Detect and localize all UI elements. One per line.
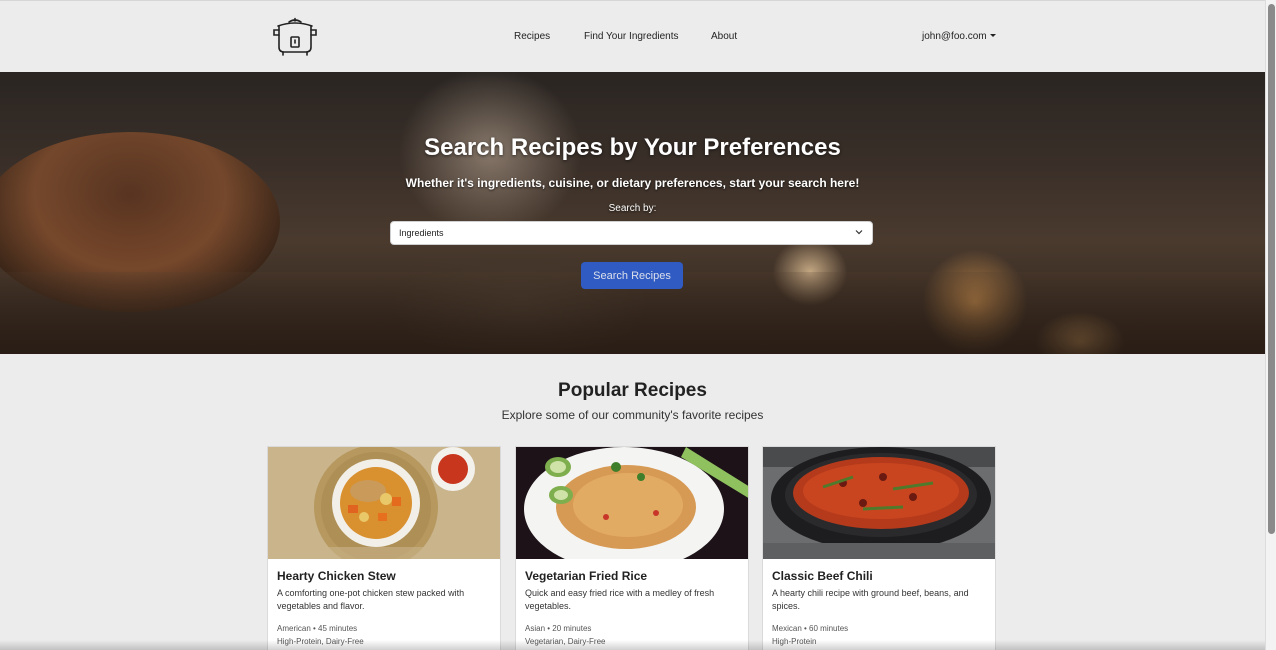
search-type-value: Ingredients xyxy=(399,228,444,238)
card-meta: Asian • 20 minutes xyxy=(525,624,592,633)
card-description: A hearty chili recipe with ground beef, … xyxy=(772,588,969,611)
popular-recipes-title: Popular Recipes xyxy=(558,380,707,401)
search-recipes-button[interactable]: Search Recipes xyxy=(581,262,683,289)
recipe-card-fried-rice[interactable]: Vegetarian Fried Rice Quick and easy fri… xyxy=(515,446,749,650)
hero-title: Search Recipes by Your Preferences xyxy=(424,134,841,161)
navbar: Recipes Find Your Ingredients About john… xyxy=(0,0,1265,72)
card-title: Hearty Chicken Stew xyxy=(277,569,396,583)
scrollbar-thumb[interactable] xyxy=(1268,4,1275,534)
nav-link-find-ingredients[interactable]: Find Your Ingredients xyxy=(584,31,679,42)
nav-link-about[interactable]: About xyxy=(711,31,737,42)
card-meta: Mexican • 60 minutes xyxy=(772,624,849,633)
card-title: Classic Beef Chili xyxy=(772,569,873,583)
page: Recipes Find Your Ingredients About john… xyxy=(0,0,1265,650)
card-description: A comforting one-pot chicken stew packed… xyxy=(277,588,465,611)
fried-rice-photo xyxy=(516,447,748,559)
popular-recipes-subtitle: Explore some of our community's favorite… xyxy=(501,408,764,422)
hero-section: Search Recipes by Your Preferences Wheth… xyxy=(0,72,1265,354)
recipe-card-beef-chili[interactable]: Classic Beef Chili A hearty chili recipe… xyxy=(762,446,996,650)
search-type-select[interactable]: Ingredients xyxy=(390,221,873,245)
vertical-scrollbar[interactable] xyxy=(1265,0,1276,650)
card-meta: American • 45 minutes xyxy=(277,624,358,633)
chevron-down-icon xyxy=(855,230,863,235)
caret-down-icon xyxy=(989,34,996,37)
card-title: Vegetarian Fried Rice xyxy=(525,569,648,583)
user-email: john@foo.com xyxy=(922,31,987,42)
hero-subtitle: Whether it's ingredients, cuisine, or di… xyxy=(405,176,860,190)
bottom-shadow xyxy=(0,640,1265,650)
slow-cooker-icon[interactable] xyxy=(270,15,320,59)
nav-link-recipes[interactable]: Recipes xyxy=(514,31,550,42)
beef-chili-photo xyxy=(763,447,995,559)
chicken-stew-photo xyxy=(268,447,500,559)
user-menu-dropdown[interactable]: john@foo.com xyxy=(922,31,996,42)
recipe-card-chicken-stew[interactable]: Hearty Chicken Stew A comforting one-pot… xyxy=(267,446,501,650)
search-by-label: Search by: xyxy=(608,203,657,214)
card-description: Quick and easy fried rice with a medley … xyxy=(525,588,715,611)
